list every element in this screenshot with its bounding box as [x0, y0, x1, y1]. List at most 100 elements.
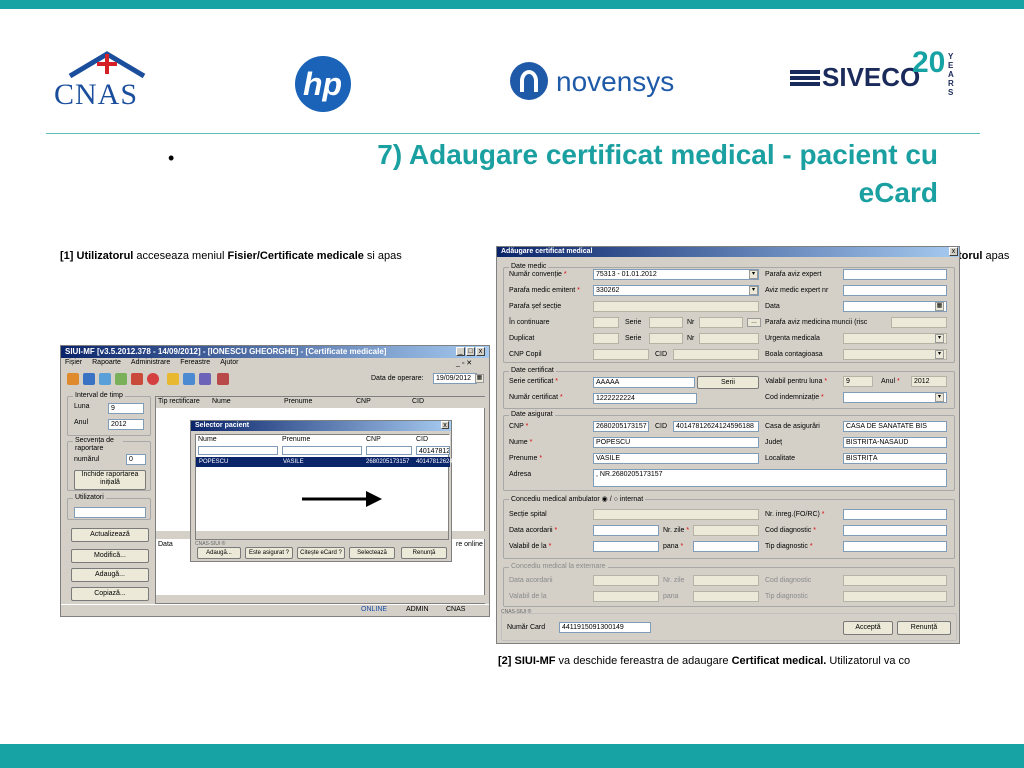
judet-field[interactable]: BISTRITA-NASAUD — [843, 437, 947, 448]
sel-col-nume[interactable]: Nume — [196, 435, 280, 446]
sel-col-prenume[interactable]: Prenume — [280, 435, 364, 446]
adresa-field[interactable]: , NR.2680205173157 — [593, 469, 947, 487]
serie-certificat-field[interactable]: AAAAA — [593, 377, 695, 388]
patient-row-selected[interactable]: POPESCU VASILE 2680205173157 40147812624 — [196, 457, 453, 467]
users-icon[interactable] — [67, 373, 79, 385]
numar-card-field[interactable]: 4411915091300149 — [559, 622, 651, 633]
ext-cod-diagnostic-field[interactable] — [843, 575, 947, 586]
urgenta-field[interactable] — [843, 333, 947, 344]
duplicat-checkbox[interactable] — [593, 333, 619, 344]
form-close-button[interactable]: x — [949, 247, 958, 256]
ext-pana-field[interactable] — [693, 591, 759, 602]
serii-button[interactable]: Serii — [697, 376, 759, 389]
inchide-raportarea-button[interactable]: Închide raportarea inițială — [74, 470, 146, 490]
in-continuare-checkbox[interactable] — [593, 317, 619, 328]
cnp-copil-field[interactable] — [593, 349, 649, 360]
maximize-button[interactable]: □ — [466, 347, 475, 356]
exit-icon[interactable] — [217, 373, 229, 385]
table-hscrollbar-2[interactable] — [156, 595, 486, 603]
nr-inreg-field[interactable] — [843, 509, 947, 520]
aviz-data-field[interactable] — [843, 301, 947, 312]
selecteaza-button[interactable]: Selectează — [349, 547, 395, 559]
indemnizatie-dropdown-icon[interactable]: ▾ — [935, 393, 944, 402]
sectie-spital-field[interactable] — [593, 509, 759, 520]
este-asigurat-button[interactable]: Este asigurat ? — [245, 547, 293, 559]
selector-close-button[interactable]: x — [441, 421, 449, 429]
ext-data-acordarii-field[interactable] — [593, 575, 659, 586]
valabil-anul-field[interactable]: 2012 — [911, 376, 947, 387]
anul-field[interactable]: 2012 — [108, 419, 144, 430]
parafa-dropdown-icon[interactable]: ▾ — [749, 286, 758, 295]
copiaza-button[interactable]: Copiază... — [71, 587, 149, 601]
boala-dropdown-icon[interactable]: ▾ — [935, 350, 944, 359]
menu-ajutor[interactable]: Ajutor — [220, 359, 238, 370]
accepta-button[interactable]: Acceptă — [843, 621, 893, 635]
menu-fisier[interactable]: Fișier — [65, 359, 82, 370]
close-button[interactable]: x — [476, 347, 485, 356]
col-prenume[interactable]: Prenume — [282, 397, 354, 408]
citeste-ecard-button[interactable]: Citește eCard ? — [297, 547, 345, 559]
report-icon[interactable] — [183, 373, 195, 385]
prescription-icon[interactable] — [167, 373, 179, 385]
parafa-expert-field[interactable] — [843, 269, 947, 280]
date-operare-field[interactable]: 19/09/2012 — [433, 373, 477, 384]
numarul-field[interactable]: 0 — [126, 454, 146, 465]
prenume-field[interactable]: VASILE — [593, 453, 759, 464]
menu-administrare[interactable]: Administrare — [131, 359, 170, 370]
nr-zile-field[interactable] — [693, 525, 759, 536]
filter-nume[interactable] — [198, 446, 278, 455]
parafa-sef-field[interactable] — [593, 301, 759, 312]
ext-nr-zile-field[interactable] — [693, 575, 759, 586]
luna-field[interactable]: 9 — [108, 403, 144, 414]
menu-fereastre[interactable]: Fereastre — [180, 359, 210, 370]
continuare-browse-button[interactable]: … — [747, 318, 761, 327]
document-icon[interactable] — [99, 373, 111, 385]
localitate-field[interactable]: BISTRIȚA — [843, 453, 947, 464]
sel-col-cnp[interactable]: CNP — [364, 435, 414, 446]
selector-hscrollbar[interactable] — [196, 531, 448, 539]
urgenta-dropdown-icon[interactable]: ▾ — [935, 334, 944, 343]
col-cid[interactable]: CID — [410, 397, 486, 408]
mdi-controls[interactable]: _ ▫ ✕ — [456, 359, 472, 367]
tip-diagnostic-field[interactable] — [843, 541, 947, 552]
boala-field[interactable] — [843, 349, 947, 360]
sel-col-cid[interactable]: CID — [414, 435, 450, 446]
col-tip-rectificare[interactable]: Tip rectificare — [156, 397, 210, 408]
selector-adauga-button[interactable]: Adaugă... — [197, 547, 241, 559]
duplicat-serie-field[interactable] — [649, 333, 683, 344]
valabil-pana-field[interactable] — [693, 541, 759, 552]
filter-cnp[interactable] — [366, 446, 412, 455]
numar-conventie-field[interactable]: 75313 - 01.01.2012 — [593, 269, 759, 280]
valabil-luna-field[interactable]: 9 — [843, 376, 873, 387]
filter-prenume[interactable] — [282, 446, 362, 455]
nume-field[interactable]: POPESCU — [593, 437, 759, 448]
col-cnp[interactable]: CNP — [354, 397, 410, 408]
adauga-button[interactable]: Adaugă... — [71, 568, 149, 582]
selector-renunta-button[interactable]: Renunță — [401, 547, 447, 559]
data-acordarii-field[interactable] — [593, 525, 659, 536]
medical-cross-icon[interactable] — [147, 373, 159, 385]
cid-copil-field[interactable] — [673, 349, 759, 360]
medicine-icon[interactable] — [131, 373, 143, 385]
aviz-calendar-icon[interactable]: ▦ — [935, 302, 944, 311]
calendar-icon[interactable] — [199, 373, 211, 385]
aviz-muncii-field[interactable] — [891, 317, 947, 328]
folder-icon[interactable] — [83, 373, 95, 385]
parafa-medic-field[interactable]: 330262 — [593, 285, 759, 296]
casa-asigurari-field[interactable]: CASA DE SANATATE BIS — [843, 421, 947, 432]
globe-icon[interactable] — [115, 373, 127, 385]
cid-field[interactable]: 40147812624124596188 — [673, 421, 759, 432]
modifica-button[interactable]: Modifică... — [71, 549, 149, 563]
calendar-picker-icon[interactable]: ▦ — [475, 374, 484, 383]
col-nume[interactable]: Nume — [210, 397, 282, 408]
form-renunta-button[interactable]: Renunță — [897, 621, 951, 635]
menu-rapoarte[interactable]: Rapoarte — [92, 359, 121, 370]
aviz-expert-field[interactable] — [843, 285, 947, 296]
minimize-button[interactable]: _ — [456, 347, 465, 356]
duplicat-nr-field[interactable] — [699, 333, 759, 344]
numar-certificat-field[interactable]: 1222222224 — [593, 393, 697, 404]
valabil-de-la-field[interactable] — [593, 541, 659, 552]
cod-diagnostic-field[interactable] — [843, 525, 947, 536]
ext-valabil-de-la-field[interactable] — [593, 591, 659, 602]
cod-indemnizatie-field[interactable] — [843, 392, 947, 403]
